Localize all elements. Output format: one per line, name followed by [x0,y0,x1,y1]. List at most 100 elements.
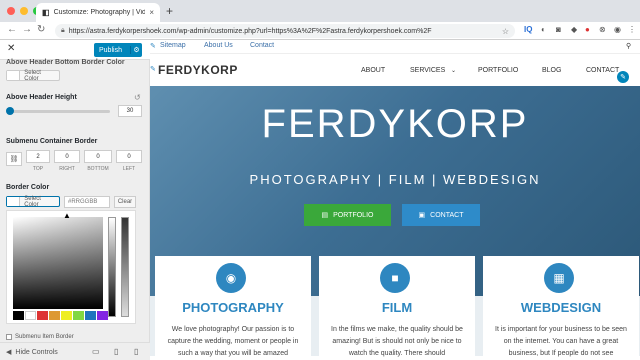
url-text: https://astra.ferdykorpershoek.com/wp-ad… [68,27,432,35]
color-swatch [7,71,21,80]
browser-tab[interactable]: ◧ Customize: Photography | Vid... × [36,3,160,22]
close-window-button[interactable] [7,7,15,15]
menu-item-portfolio[interactable]: PORTFOLIO [478,67,518,74]
alpha-slider[interactable] [121,217,129,317]
palette-swatch-orange[interactable] [49,311,60,320]
section-label: Above Header Bottom Border Color [6,59,125,66]
border-top-input[interactable]: 2 [26,150,50,163]
close-customizer-icon[interactable]: ✕ [7,43,15,54]
reset-icon[interactable]: ↺ [134,93,141,102]
tab-close-icon[interactable]: × [149,8,154,17]
border-bottom-input[interactable]: 0 [84,150,112,163]
extension-icon[interactable]: ⊗ [599,25,606,34]
chevron-down-icon: ⌄ [451,68,457,74]
height-slider-handle[interactable] [6,107,14,115]
hide-controls-label: Hide Controls [15,348,58,356]
site-logo[interactable]: FERDYKORP [158,63,238,77]
right-label: RIGHT [59,166,75,172]
menu-dots-icon[interactable]: ⋮ [628,25,636,34]
wordpress-icon: ◧ [42,8,50,17]
palette-swatch-purple[interactable] [97,311,108,320]
publish-button[interactable]: Publish ⚙ [94,43,142,57]
collapse-icon: ◀ [6,349,12,356]
border-left-input[interactable]: 0 [116,150,142,163]
video-camera-icon: ■ [380,263,410,293]
clear-color-button[interactable]: Clear [114,196,136,208]
edit-shortcut-icon[interactable]: ✎ [150,65,156,73]
menu-item-about[interactable]: ABOUT [361,67,385,74]
border-right-input[interactable]: 0 [54,150,80,163]
url-field[interactable]: 🔒︎ https://astra.ferdykorpershoek.com/wp… [55,24,515,38]
left-label: LEFT [122,166,136,172]
gear-icon[interactable]: ⚙ [130,46,142,54]
above-header-bar: ✎ Sitemap About Us Contact ⚲ [150,40,640,54]
back-icon[interactable]: ← [7,24,17,35]
saturation-area[interactable] [13,217,103,309]
hero-subtitle: PHOTOGRAPHY | FILM | WEBDESIGN [249,172,541,187]
main-header: ✎ FERDYKORP ABOUT SERVICES ⌄ PORTFOLIO B… [150,54,640,86]
minimize-window-button[interactable] [20,7,28,15]
forward-icon[interactable]: → [22,24,32,35]
select-color-label: Select Color [24,195,41,208]
color-palette [13,311,108,320]
menu-item-services[interactable]: SERVICES [410,67,445,74]
palette-swatch-black[interactable] [13,311,24,320]
profile-avatar-icon[interactable]: ◉ [614,25,621,34]
camera-icon: ◉ [216,263,246,293]
height-input[interactable]: 30 [118,105,142,117]
service-card-film: ■ FILM In the films we make, the quality… [319,256,475,360]
bookmark-star-icon[interactable]: ☆ [502,27,509,36]
extension-icon[interactable]: IQ [524,25,532,34]
palette-swatch-red[interactable] [37,311,48,320]
palette-swatch-green[interactable] [73,311,84,320]
service-card-photography: ◉ PHOTOGRAPHY We love photography! Our p… [155,256,311,360]
palette-swatch-blue[interactable] [85,311,96,320]
chrome-icon[interactable]: ● [585,25,590,34]
extension-icon[interactable]: ◆ [571,25,577,34]
menu-item-blog[interactable]: BLOG [542,67,561,74]
customizer-sidebar: ✕ Publish ⚙ Above Header Bottom Border C… [0,40,150,360]
extension-icon[interactable]: ◐ [541,25,546,34]
reload-icon[interactable]: ↻ [37,24,45,35]
camera-icon[interactable]: ◙ [556,25,561,34]
select-color-button[interactable]: Select Color [6,195,60,208]
tablet-preview-icon[interactable]: ▯ [114,347,118,356]
contact-card-icon: ▣ [418,212,426,219]
edit-shortcut-icon[interactable]: ✎ [150,42,156,50]
card-title: FILM [381,300,413,315]
link-values-icon[interactable]: ⛓ [6,152,22,166]
hex-color-input[interactable]: #RRGGBB [64,196,110,208]
palette-swatch-yellow[interactable] [61,311,72,320]
select-color-button[interactable]: Select Color [6,70,60,82]
section-label: Above Header Height [6,94,77,101]
search-icon[interactable]: ⚲ [626,42,631,50]
site-preview: ✎ Sitemap About Us Contact ⚲ ✎ FERDYKORP… [150,40,640,360]
address-bar-row: ← → ↻ 🔒︎ https://astra.ferdykorpershoek.… [0,22,640,40]
card-text: We love photography! Our passion is to c… [167,326,299,357]
customizer-header: ✕ Publish ⚙ [0,40,150,60]
submenu-item-border-checkbox[interactable] [6,334,12,340]
top-link-about-us[interactable]: About Us [204,42,233,49]
newspaper-icon: ▦ [544,263,574,293]
menu-item-contact[interactable]: CONTACT [586,67,619,74]
height-slider-track[interactable] [10,110,110,113]
contact-button[interactable]: ▣ CONTACT [402,204,480,226]
color-picker [6,210,136,324]
card-text: It is important for your business to be … [495,326,627,357]
portfolio-button[interactable]: ▤ PORTFOLIO [304,204,391,226]
edit-pencil-icon[interactable]: ✎ [617,71,629,83]
hue-slider[interactable] [108,217,116,317]
customizer-footer: ◀ Hide Controls ▭ ▯ ▯ [0,342,150,360]
hide-controls-button[interactable]: ◀ Hide Controls [6,348,58,357]
mobile-preview-icon[interactable]: ▯ [134,347,138,356]
bottom-label: BOTTOM [87,166,109,172]
desktop-preview-icon[interactable]: ▭ [92,347,100,356]
top-link-contact[interactable]: Contact [250,42,274,49]
section-label: Border Color [6,184,50,191]
top-label: TOP [32,166,44,172]
submenu-item-border-row[interactable]: Submenu Item Border [6,334,74,340]
top-link-sitemap[interactable]: Sitemap [160,42,186,49]
new-tab-button[interactable]: + [166,4,173,18]
portfolio-button-label: PORTFOLIO [333,211,374,219]
palette-swatch-white[interactable] [25,311,36,320]
